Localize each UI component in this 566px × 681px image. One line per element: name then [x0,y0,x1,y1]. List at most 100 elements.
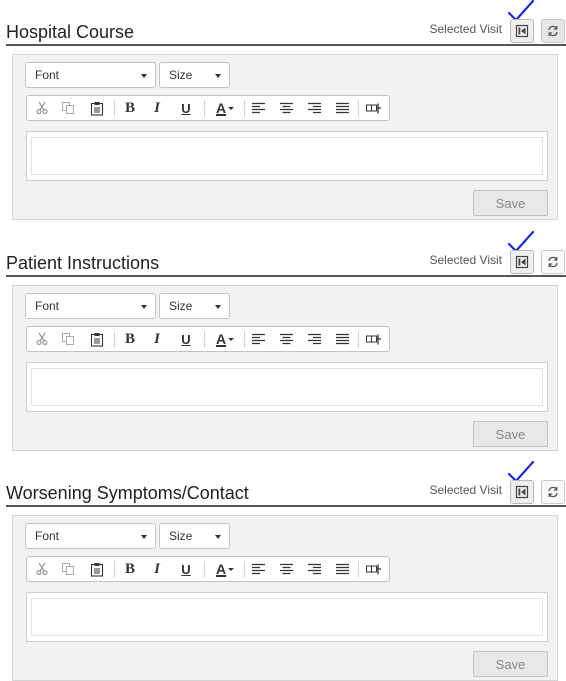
text-editor-content[interactable] [31,598,543,636]
cut-button[interactable] [32,560,52,578]
text-color-button[interactable]: A [211,99,239,117]
align-left-button[interactable] [248,330,268,348]
refresh-button[interactable] [541,480,565,504]
refresh-button[interactable] [541,250,565,274]
font-color-icon: A [215,331,227,347]
copy-button[interactable] [58,560,78,578]
paste-button[interactable] [87,99,107,117]
italic-button[interactable]: I [147,560,167,578]
italic-button[interactable]: I [147,99,167,117]
align-center-icon [279,102,293,114]
section-hospital-course: Hospital Course Selected Visit Font Size… [0,0,566,220]
align-right-button[interactable] [304,330,324,348]
justify-button[interactable] [332,99,352,117]
cut-button[interactable] [32,99,52,117]
section-worsening-symptoms-contact: Worsening Symptoms/Contact Selected Visi… [0,460,566,681]
bold-button[interactable]: B [120,560,140,578]
formatting-toolbar: B I U A [26,95,390,121]
bold-button[interactable]: B [120,99,140,117]
paste-button[interactable] [87,330,107,348]
text-editor-area[interactable] [26,131,548,181]
insert-field-icon [366,334,381,344]
save-button[interactable]: Save [473,421,548,447]
copy-button[interactable] [58,330,78,348]
rich-text-editor-panel: Font Size B I U A Save [12,515,558,681]
save-button[interactable]: Save [473,651,548,677]
section-header: Worsening Symptoms/Contact Selected Visi… [0,460,566,507]
clipboard-icon [90,101,104,116]
align-left-button[interactable] [248,560,268,578]
text-editor-content[interactable] [31,368,543,406]
selected-visit-button[interactable] [510,250,534,274]
chevron-down-icon [215,305,221,309]
paste-button[interactable] [87,560,107,578]
size-select[interactable]: Size [159,523,230,549]
align-right-button[interactable] [304,560,324,578]
clipboard-icon [90,562,104,577]
toolbar-separator [204,331,205,348]
toolbar-separator [358,100,359,117]
align-right-icon [307,102,321,114]
toolbar-separator [114,100,115,117]
section-title: Worsening Symptoms/Contact [6,483,249,503]
underline-button[interactable]: U [176,330,196,348]
chevron-down-icon [228,106,235,110]
toolbar-separator [244,331,245,348]
size-select-value: Size [169,299,193,313]
align-left-icon [251,563,265,575]
selected-visit-button[interactable] [510,19,534,43]
justify-button[interactable] [332,560,352,578]
save-button[interactable]: Save [473,190,548,216]
copy-icon [62,333,74,345]
align-left-icon [251,102,265,114]
align-justify-icon [335,102,349,114]
bold-button[interactable]: B [120,330,140,348]
text-editor-area[interactable] [26,592,548,642]
toolbar-separator [204,100,205,117]
align-center-button[interactable] [276,330,296,348]
underline-button[interactable]: U [176,99,196,117]
rich-text-editor-panel: Font Size B I U A Save [12,54,558,220]
italic-button[interactable]: I [147,330,167,348]
font-color-icon: A [215,561,227,577]
rich-text-editor-panel: Font Size B I U A Save [12,285,558,451]
insert-field-button[interactable] [364,330,384,348]
font-select[interactable]: Font [25,293,156,319]
align-center-button[interactable] [276,560,296,578]
scissors-icon [36,332,48,346]
align-right-icon [307,333,321,345]
font-select[interactable]: Font [25,523,156,549]
insert-field-icon [366,103,381,113]
align-left-button[interactable] [248,99,268,117]
font-select[interactable]: Font [25,62,156,88]
refresh-icon [548,256,558,268]
text-color-button[interactable]: A [211,560,239,578]
font-select-value: Font [35,529,60,543]
align-right-button[interactable] [304,99,324,117]
chevron-down-icon [141,535,147,539]
copy-button[interactable] [58,99,78,117]
toolbar-separator [114,331,115,348]
section-divider [6,275,566,277]
clipboard-icon [90,332,104,347]
copy-icon [62,102,74,114]
text-editor-content[interactable] [31,137,543,175]
scissors-icon [36,562,48,576]
toolbar-separator [358,331,359,348]
section-patient-instructions: Patient Instructions Selected Visit Font [0,230,566,451]
align-center-button[interactable] [276,99,296,117]
align-justify-icon [335,333,349,345]
cut-button[interactable] [32,330,52,348]
text-editor-area[interactable] [26,362,548,412]
size-select[interactable]: Size [159,293,230,319]
selected-visit-button[interactable] [510,480,534,504]
refresh-button[interactable] [541,19,565,43]
insert-field-button[interactable] [364,99,384,117]
justify-button[interactable] [332,330,352,348]
insert-field-button[interactable] [364,560,384,578]
text-color-button[interactable]: A [211,330,239,348]
align-right-icon [307,563,321,575]
underline-button[interactable]: U [176,560,196,578]
size-select[interactable]: Size [159,62,230,88]
chevron-down-icon [228,567,235,571]
